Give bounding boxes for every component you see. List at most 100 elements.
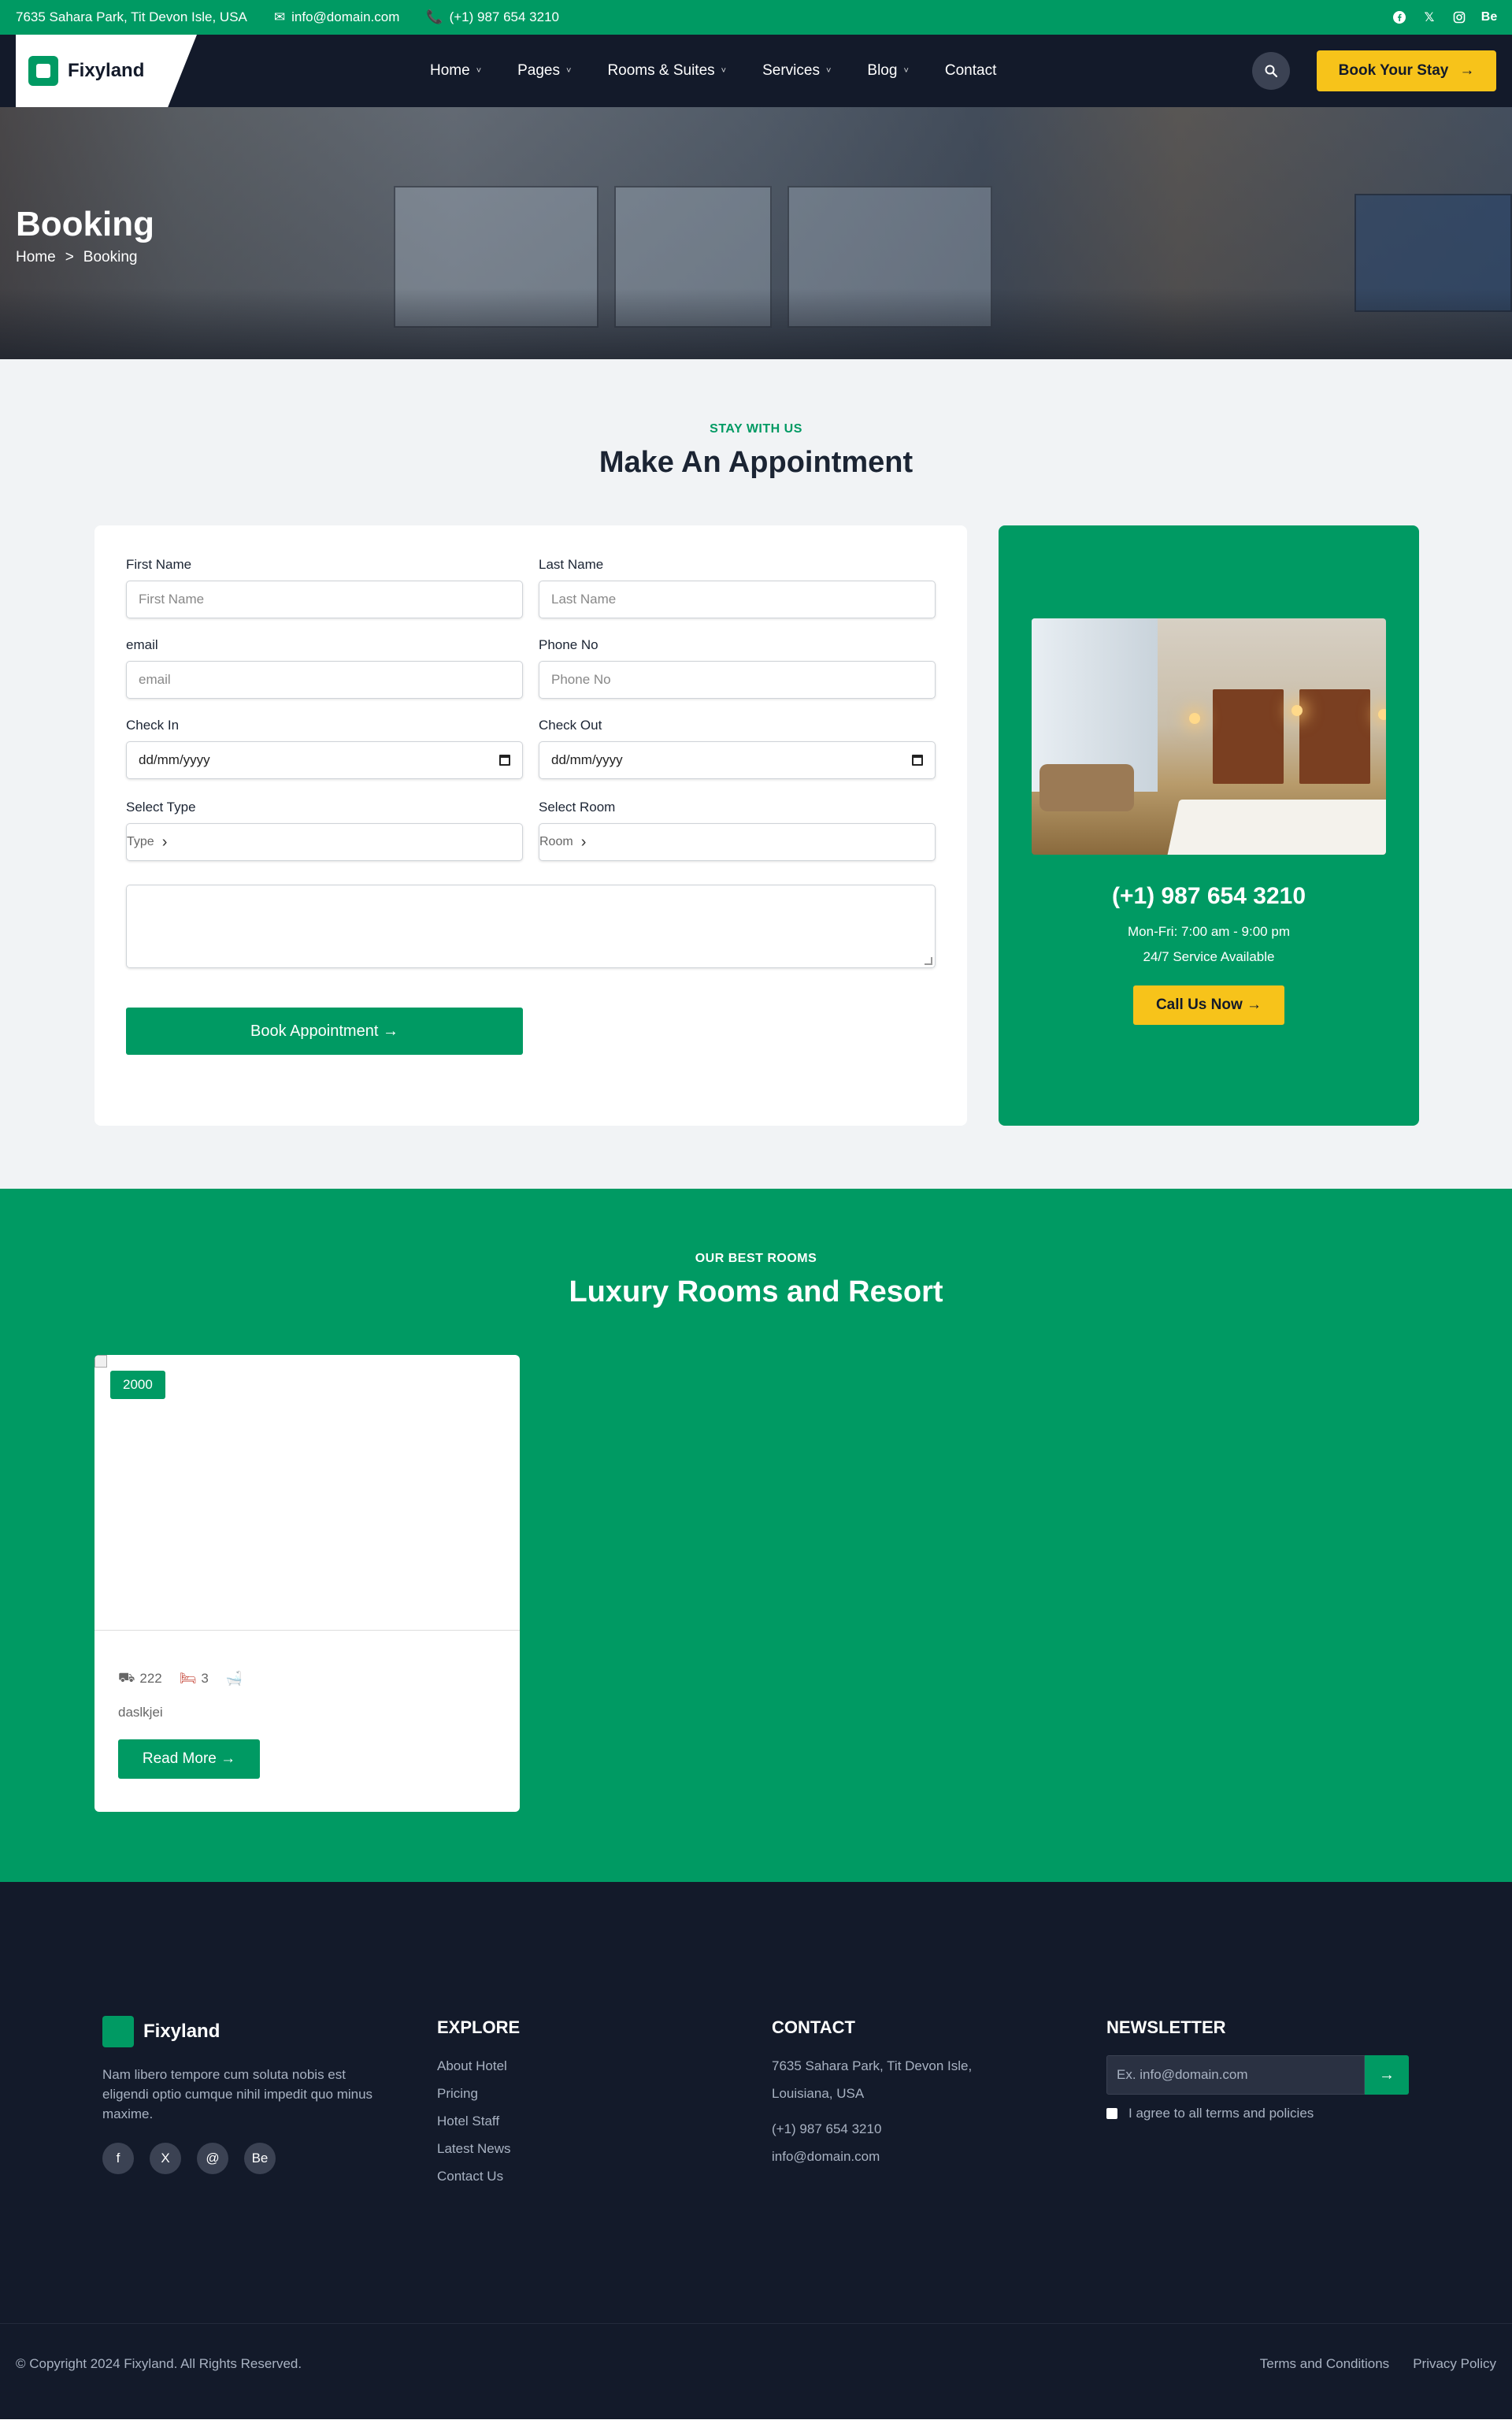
calendar-icon[interactable]: [912, 755, 923, 766]
agree-label: I agree to all terms and policies: [1128, 2106, 1314, 2121]
nav-item-home[interactable]: Home ˅: [430, 62, 481, 80]
facebook-icon[interactable]: f: [102, 2143, 134, 2174]
footer-phone[interactable]: (+1) 987 654 3210: [772, 2115, 972, 2143]
select-room-label: Select Room: [539, 800, 616, 815]
contact-card: (+1) 987 654 3210 Mon-Fri: 7:00 am - 9:0…: [999, 525, 1419, 1126]
nav-item-rooms-suites[interactable]: Rooms & Suites ˅: [607, 62, 726, 80]
phone-icon: 📞: [426, 9, 443, 24]
nav-item-pages[interactable]: Pages ˅: [517, 62, 571, 80]
brand-logo[interactable]: Fixyland: [16, 35, 197, 107]
agree-checkbox[interactable]: [1106, 2108, 1117, 2119]
chevron-right-icon: ›: [161, 833, 168, 851]
first-name-label: First Name: [126, 557, 192, 572]
copyright-text: © Copyright 2024 Fixyland. All Rights Re…: [16, 2356, 302, 2371]
check-in-label: Check In: [126, 718, 180, 733]
footer-contact: CONTACT 7635 Sahara Park, Tit Devon Isle…: [772, 2016, 972, 2170]
last-name-input[interactable]: Last Name: [539, 581, 936, 618]
calendar-icon[interactable]: [499, 755, 510, 766]
behance-icon[interactable]: Be: [1481, 10, 1497, 24]
threads-icon[interactable]: @: [197, 2143, 228, 2174]
check-out-date-input[interactable]: dd/mm/yyyy: [539, 741, 936, 779]
footer-explore: EXPLORE About Hotel Pricing Hotel Staff …: [437, 2016, 520, 2190]
select-type-dropdown[interactable]: Type ›: [126, 823, 523, 861]
chevron-down-icon: ˅: [476, 66, 482, 76]
newsletter-submit-button[interactable]: →: [1365, 2055, 1409, 2095]
footer-address-line: 7635 Sahara Park, Tit Devon Isle,: [772, 2058, 973, 2073]
email-input[interactable]: email: [126, 661, 523, 699]
footer-link[interactable]: Contact Us: [437, 2162, 520, 2190]
instagram-icon[interactable]: [1452, 10, 1466, 24]
section-eyebrow: STAY WITH US: [710, 422, 802, 436]
room-photo: 2000: [94, 1355, 520, 1631]
page-title: Booking: [16, 205, 154, 243]
book-appointment-button[interactable]: Book Appointment →: [126, 1008, 523, 1055]
footer-heading: EXPLORE: [437, 2017, 521, 2037]
call-us-now-button[interactable]: Call Us Now →: [1133, 985, 1284, 1025]
facebook-icon[interactable]: [1392, 10, 1406, 24]
privacy-link[interactable]: Privacy Policy: [1413, 2356, 1496, 2372]
check-out-label: Check Out: [539, 718, 602, 733]
breadcrumb-home[interactable]: Home: [16, 249, 56, 266]
broken-image-icon: [94, 1355, 107, 1368]
breadcrumb: Home > Booking: [16, 249, 137, 266]
book-your-stay-button[interactable]: Book Your Stay →: [1317, 50, 1496, 91]
footer-link[interactable]: About Hotel: [437, 2052, 520, 2080]
room-card[interactable]: 2000 ⛟ 222 🛏 3 🛁 daslkjei Read More →: [94, 1355, 520, 1812]
section-title: Make An Appointment: [598, 446, 914, 479]
chevron-down-icon: ˅: [566, 66, 572, 76]
booking-form: First Name First Name Last Name Last Nam…: [94, 525, 967, 1126]
email-info[interactable]: ✉ info@domain.com: [274, 9, 400, 25]
search-icon: [1265, 65, 1278, 78]
main-menu: Home ˅ Pages ˅ Rooms & Suites ˅ Services ˅ B…: [430, 62, 996, 80]
chevron-down-icon: ˅: [721, 66, 727, 76]
contact-phone[interactable]: (+1) 987 654 3210: [1032, 883, 1386, 910]
room-beds: 🛏 3: [179, 1671, 209, 1686]
email-label: email: [126, 637, 158, 652]
footer-address-line: Louisiana, USA: [772, 2086, 865, 2101]
terms-link[interactable]: Terms and Conditions: [1260, 2356, 1389, 2372]
newsletter-email-input[interactable]: Ex. info@domain.com: [1106, 2055, 1365, 2095]
area-icon: ⛟: [118, 1670, 135, 1685]
logo-mark-icon: [102, 2016, 134, 2047]
footer-link[interactable]: Latest News: [437, 2135, 520, 2162]
phone-input[interactable]: Phone No: [539, 661, 936, 699]
footer-newsletter: NEWSLETTER Ex. info@domain.com → I agree…: [1106, 2016, 1409, 2121]
chevron-down-icon: ˅: [903, 66, 909, 76]
select-type-label: Select Type: [126, 800, 196, 815]
chevron-down-icon: ˅: [825, 66, 832, 76]
breadcrumb-current: Booking: [83, 249, 138, 265]
footer-logo[interactable]: Fixyland: [102, 2016, 394, 2047]
footer-link[interactable]: Hotel Staff: [437, 2107, 520, 2135]
logo-mark-icon: [28, 56, 58, 86]
room-price-badge: 2000: [110, 1371, 165, 1399]
x-icon[interactable]: 𝕏: [1422, 10, 1436, 24]
site-footer: Fixyland Nam libero tempore cum soluta n…: [0, 1882, 1512, 2419]
check-in-date-input[interactable]: dd/mm/yyyy: [126, 741, 523, 779]
select-room-dropdown[interactable]: Room ›: [539, 823, 936, 861]
nav-item-services[interactable]: Services ˅: [762, 62, 831, 80]
main-navbar: Fixyland Home ˅ Pages ˅ Rooms & Suites ˅ Se…: [0, 35, 1512, 107]
room-amenities: ⛟ 222 🛏 3 🛁: [118, 1670, 520, 1687]
room-description: daslkjei: [118, 1705, 163, 1720]
phone-label: Phone No: [539, 637, 598, 652]
x-icon[interactable]: X: [150, 2143, 181, 2174]
behance-icon[interactable]: Be: [244, 2143, 276, 2174]
nav-item-blog[interactable]: Blog ˅: [867, 62, 908, 80]
appointment-section: STAY WITH US Make An Appointment First N…: [0, 359, 1512, 1189]
read-more-button[interactable]: Read More →: [118, 1739, 260, 1779]
first-name-input[interactable]: First Name: [126, 581, 523, 618]
room-area: ⛟ 222: [118, 1670, 162, 1686]
section-eyebrow: OUR BEST ROOMS: [695, 1252, 817, 1265]
footer-link[interactable]: Pricing: [437, 2080, 520, 2107]
chevron-right-icon: ›: [580, 833, 587, 851]
phone-info[interactable]: 📞 (+1) 987 654 3210: [426, 9, 559, 25]
breadcrumb-separator: >: [65, 249, 74, 265]
footer-email[interactable]: info@domain.com: [772, 2143, 972, 2170]
message-textarea[interactable]: [126, 885, 936, 968]
last-name-label: Last Name: [539, 557, 604, 572]
search-button[interactable]: [1252, 52, 1290, 90]
footer-divider: [0, 2323, 1512, 2324]
nav-item-contact[interactable]: Contact: [945, 62, 996, 80]
footer-social: f X @ Be: [102, 2143, 394, 2174]
page-hero: Booking Home > Booking: [0, 107, 1512, 359]
